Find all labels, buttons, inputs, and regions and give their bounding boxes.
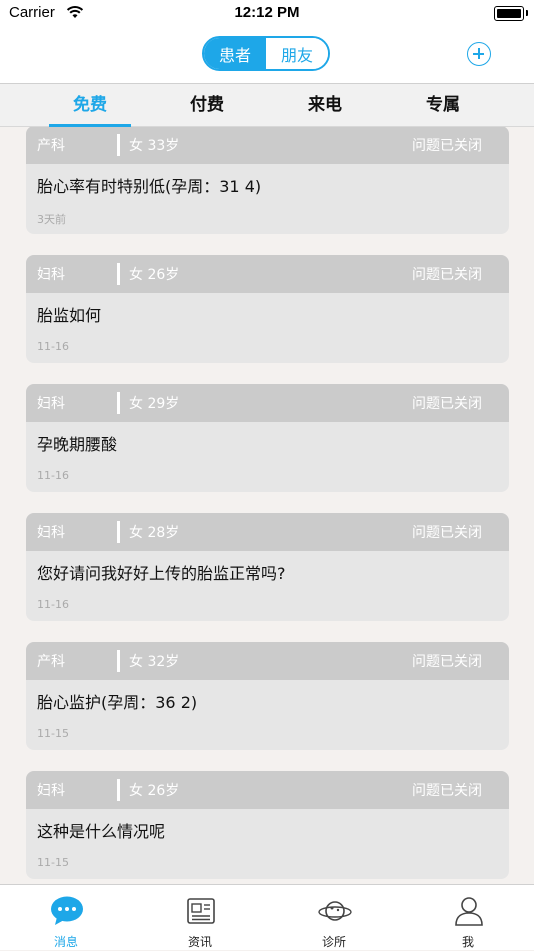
question-card[interactable]: 产科 女 32岁 问题已关闭 胎心监护(孕周：36 2) 11-15 <box>26 642 509 750</box>
question-date: 11-16 <box>37 598 69 611</box>
tabbar-label-clinic: 诊所 <box>321 935 346 949</box>
tabbar-messages[interactable]: 消息 <box>26 885 106 951</box>
question-list[interactable]: 产科 女 33岁 问题已关闭 胎心率有时特别低(孕周：31 4) 3天前 妇科 … <box>0 127 534 884</box>
planet-icon <box>318 901 352 921</box>
header-divider <box>117 521 120 543</box>
question-card[interactable]: 妇科 女 29岁 问题已关闭 孕晚期腰酸 11-16 <box>26 384 509 492</box>
question-card[interactable]: 产科 女 33岁 问题已关闭 胎心率有时特别低(孕周：31 4) 3天前 <box>26 127 509 234</box>
tab-exclusive[interactable]: 专属 <box>383 84 503 126</box>
bottom-tab-bar: 消息 资讯 诊所 我 <box>0 884 534 950</box>
segment-friends[interactable]: 朋友 <box>266 38 328 69</box>
card-header: 产科 女 33岁 问题已关闭 <box>26 127 509 164</box>
clock: 12:12 PM <box>234 4 300 21</box>
question-title: 胎心率有时特别低(孕周：31 4) <box>37 177 262 196</box>
person-icon <box>455 897 483 926</box>
category-tabs: 免费 付费 来电 专属 <box>0 83 534 127</box>
card-header: 妇科 女 26岁 问题已关闭 <box>26 771 509 809</box>
department-label: 产科 <box>37 654 65 670</box>
question-card[interactable]: 妇科 女 26岁 问题已关闭 这种是什么情况呢 11-15 <box>26 771 509 879</box>
question-date: 3天前 <box>37 213 66 226</box>
question-status: 问题已关闭 <box>412 267 482 283</box>
department-label: 妇科 <box>37 783 65 799</box>
segment-patients[interactable]: 患者 <box>204 38 266 69</box>
question-status: 问题已关闭 <box>412 783 482 799</box>
status-bar: Carrier 12:12 PM <box>0 0 534 28</box>
question-status: 问题已关闭 <box>412 138 482 154</box>
card-header: 产科 女 32岁 问题已关闭 <box>26 642 509 680</box>
patient-info: 女 26岁 <box>129 783 180 799</box>
tab-paid[interactable]: 付费 <box>147 84 267 126</box>
patient-info: 女 32岁 <box>129 654 180 670</box>
question-card[interactable]: 妇科 女 26岁 问题已关闭 胎监如何 11-16 <box>26 255 509 363</box>
card-header: 妇科 女 26岁 问题已关闭 <box>26 255 509 293</box>
tab-calls[interactable]: 来电 <box>265 84 385 126</box>
patient-info: 女 28岁 <box>129 525 180 541</box>
question-status: 问题已关闭 <box>412 396 482 412</box>
battery-tip <box>526 10 528 16</box>
question-date: 11-16 <box>37 469 69 482</box>
battery-icon <box>494 6 524 21</box>
question-status: 问题已关闭 <box>412 654 482 670</box>
tabbar-label-news: 资讯 <box>187 935 212 949</box>
department-label: 妇科 <box>37 267 65 283</box>
plus-circle-icon[interactable] <box>467 42 491 66</box>
question-title: 这种是什么情况呢 <box>37 822 166 841</box>
question-title: 您好请问我好好上传的胎监正常吗? <box>37 564 286 583</box>
header-divider <box>117 263 120 285</box>
chat-bubble-icon <box>51 896 83 925</box>
question-title: 孕晚期腰酸 <box>37 435 118 454</box>
newspaper-icon <box>187 898 215 924</box>
tabbar-label-messages: 消息 <box>53 935 78 949</box>
tab-free[interactable]: 免费 <box>30 84 150 126</box>
card-header: 妇科 女 29岁 问题已关闭 <box>26 384 509 422</box>
question-title: 胎监如何 <box>37 306 102 325</box>
tabbar-news[interactable]: 资讯 <box>160 885 240 951</box>
patient-info: 女 33岁 <box>129 138 180 154</box>
tabbar-label-me: 我 <box>461 935 474 949</box>
department-label: 妇科 <box>37 396 65 412</box>
question-date: 11-16 <box>37 340 69 353</box>
header-divider <box>117 650 120 672</box>
patient-friend-segment: 患者 朋友 <box>202 36 330 71</box>
header-divider <box>117 392 120 414</box>
header-divider <box>117 134 120 156</box>
tabbar-me[interactable]: 我 <box>428 885 508 951</box>
card-header: 妇科 女 28岁 问题已关闭 <box>26 513 509 551</box>
question-title: 胎心监护(孕周：36 2) <box>37 693 198 712</box>
patient-info: 女 26岁 <box>129 267 180 283</box>
tabbar-clinic[interactable]: 诊所 <box>294 885 374 951</box>
question-date: 11-15 <box>37 856 69 869</box>
navigation-bar: 患者 朋友 <box>0 28 534 83</box>
question-card[interactable]: 妇科 女 28岁 问题已关闭 您好请问我好好上传的胎监正常吗? 11-16 <box>26 513 509 621</box>
patient-info: 女 29岁 <box>129 396 180 412</box>
department-label: 妇科 <box>37 525 65 541</box>
question-date: 11-15 <box>37 727 69 740</box>
department-label: 产科 <box>37 138 65 154</box>
question-status: 问题已关闭 <box>412 525 482 541</box>
header-divider <box>117 779 120 801</box>
